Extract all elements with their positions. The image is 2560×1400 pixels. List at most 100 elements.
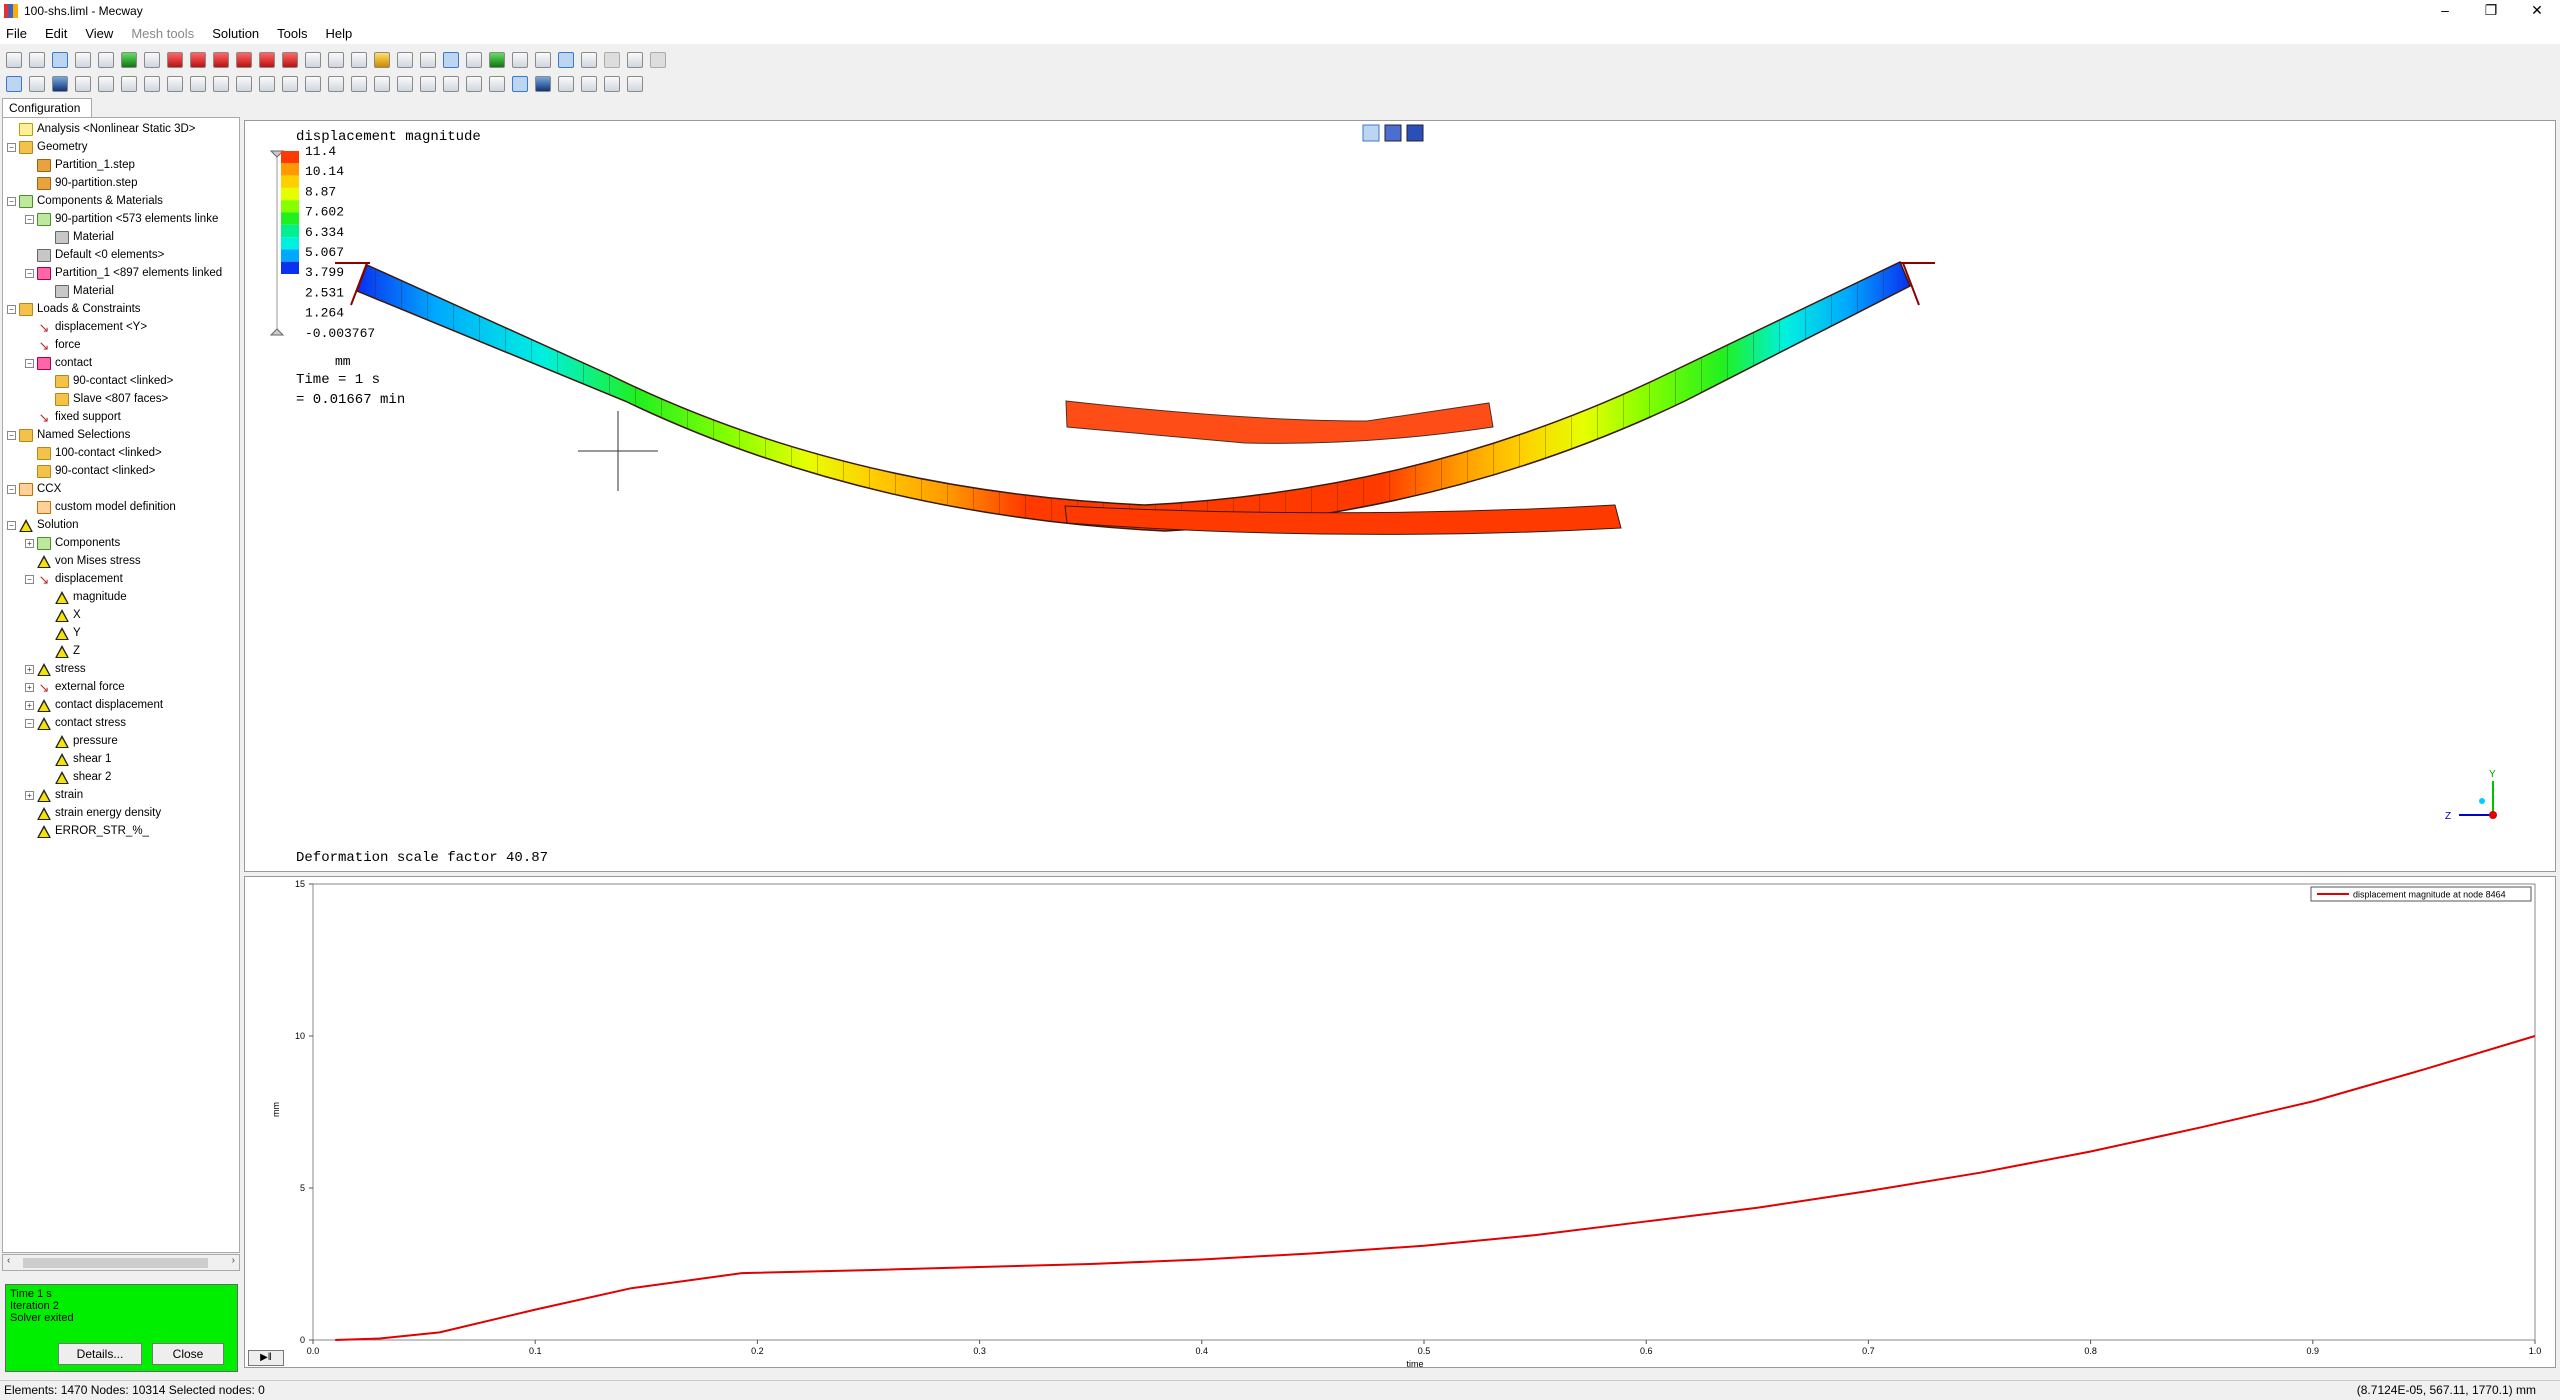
expand-toggle-icon[interactable]: − bbox=[7, 484, 16, 494]
tool-button-2-icon[interactable] bbox=[29, 76, 45, 92]
tree-item[interactable]: ↘ fixed support bbox=[25, 408, 121, 426]
tool-button-14-icon[interactable] bbox=[305, 76, 321, 92]
tree-item[interactable]: − 90-partition <573 elements linke bbox=[25, 210, 218, 228]
tree-item[interactable]: custom model definition bbox=[25, 498, 176, 516]
tool-button-4-icon[interactable] bbox=[75, 76, 91, 92]
toolbar-button-19-icon[interactable] bbox=[420, 52, 436, 68]
tree-horizontal-scrollbar[interactable]: ‹ › bbox=[2, 1254, 240, 1271]
menu-tools[interactable]: Tools bbox=[277, 26, 307, 41]
expand-toggle-icon[interactable]: − bbox=[7, 520, 16, 530]
tool-button-17-icon[interactable] bbox=[374, 76, 390, 92]
tool-button-12-icon[interactable] bbox=[259, 76, 275, 92]
toolbar-button-18-icon[interactable] bbox=[397, 52, 413, 68]
toolbar-button-29-icon[interactable] bbox=[650, 52, 666, 68]
tree-item[interactable]: von Mises stress bbox=[25, 552, 141, 570]
tool-button-26-icon[interactable] bbox=[581, 76, 597, 92]
tree-item[interactable]: ↘ force bbox=[25, 336, 81, 354]
tool-button-21-icon[interactable] bbox=[466, 76, 482, 92]
play-animation-button[interactable]: ▶‖ bbox=[248, 1350, 284, 1366]
expand-toggle-icon[interactable]: − bbox=[7, 142, 16, 152]
tree-item[interactable]: ERROR_STR_%_ bbox=[25, 822, 149, 840]
tree-item[interactable]: − contact stress bbox=[25, 714, 126, 732]
tree-item[interactable]: − Components & Materials bbox=[7, 192, 163, 210]
toolbar-button-17-icon[interactable] bbox=[374, 52, 390, 68]
toolbar-button-10-icon[interactable] bbox=[213, 52, 229, 68]
viewport-canvas[interactable]: displacement magnitude 11.4 10.14 8.87 7.60… bbox=[245, 121, 2557, 873]
menu-edit[interactable]: Edit bbox=[45, 26, 67, 41]
toolbar-button-21-icon[interactable] bbox=[466, 52, 482, 68]
model-viewport[interactable]: displacement magnitude 11.4 10.14 8.87 7.60… bbox=[244, 120, 2556, 872]
expand-toggle-icon[interactable]: + bbox=[25, 538, 34, 548]
toolbar-button-27-icon[interactable] bbox=[604, 52, 620, 68]
tab-configuration[interactable]: Configuration bbox=[2, 98, 92, 118]
tool-button-7-icon[interactable] bbox=[144, 76, 160, 92]
tree-item[interactable]: + contact displacement bbox=[25, 696, 163, 714]
tree-item[interactable]: Y bbox=[43, 624, 81, 642]
toolbar-button-7-icon[interactable] bbox=[144, 52, 160, 68]
expand-toggle-icon[interactable]: − bbox=[25, 214, 34, 224]
menu-solution[interactable]: Solution bbox=[212, 26, 259, 41]
toolbar-button-4-icon[interactable] bbox=[75, 52, 91, 68]
expand-toggle-icon[interactable]: + bbox=[25, 682, 34, 692]
history-chart[interactable]: 0 5 10 15 0.0 0.1 0.2 0.3 0.4 0.5 0.6 0.7 0.8 0.9 1.0… bbox=[244, 876, 2556, 1369]
tool-button-3-icon[interactable] bbox=[52, 76, 68, 92]
tool-button-23-icon[interactable] bbox=[512, 76, 528, 92]
details-button[interactable]: Details... bbox=[58, 1343, 142, 1365]
expand-toggle-icon[interactable]: − bbox=[7, 430, 16, 440]
toolbar-button-12-icon[interactable] bbox=[259, 52, 275, 68]
tool-button-11-icon[interactable] bbox=[236, 76, 252, 92]
view-button-iso[interactable] bbox=[1362, 124, 1380, 142]
expand-toggle-icon[interactable]: − bbox=[25, 574, 34, 584]
tree-item[interactable]: shear 2 bbox=[43, 768, 111, 786]
menu-help[interactable]: Help bbox=[326, 26, 353, 41]
tree-item[interactable]: magnitude bbox=[43, 588, 127, 606]
tree-item[interactable]: − contact bbox=[25, 354, 92, 372]
tree-item[interactable]: + strain bbox=[25, 786, 83, 804]
tree-item[interactable]: Material bbox=[43, 228, 114, 246]
tree-item[interactable]: + Components bbox=[25, 534, 120, 552]
tool-button-16-icon[interactable] bbox=[351, 76, 367, 92]
toolbar-button-5-icon[interactable] bbox=[98, 52, 114, 68]
expand-toggle-icon[interactable]: − bbox=[25, 718, 34, 728]
tree-item[interactable]: − Named Selections bbox=[7, 426, 130, 444]
expand-toggle-icon[interactable]: + bbox=[25, 664, 34, 674]
tool-button-9-icon[interactable] bbox=[190, 76, 206, 92]
tree-item[interactable]: strain energy density bbox=[25, 804, 161, 822]
toolbar-button-23-icon[interactable] bbox=[512, 52, 528, 68]
tree-item[interactable]: ↘ displacement <Y> bbox=[25, 318, 148, 336]
toolbar-button-15-icon[interactable] bbox=[328, 52, 344, 68]
tree-item[interactable]: 90-partition.step bbox=[25, 174, 137, 192]
tree-item[interactable]: + ↘ external force bbox=[25, 678, 125, 696]
tree-item[interactable]: pressure bbox=[43, 732, 118, 750]
toolbar-button-16-icon[interactable] bbox=[351, 52, 367, 68]
toolbar-button-2-icon[interactable] bbox=[29, 52, 45, 68]
toolbar-button-25-icon[interactable] bbox=[558, 52, 574, 68]
configuration-tree[interactable]: Analysis <Nonlinear Static 3D> − Geometry P… bbox=[2, 117, 240, 1253]
tool-button-22-icon[interactable] bbox=[489, 76, 505, 92]
expand-toggle-icon[interactable]: − bbox=[7, 196, 16, 206]
expand-toggle-icon[interactable]: + bbox=[25, 700, 34, 710]
tree-item[interactable]: Analysis <Nonlinear Static 3D> bbox=[7, 120, 196, 138]
expand-toggle-icon[interactable]: − bbox=[25, 268, 34, 278]
tree-item[interactable]: − Loads & Constraints bbox=[7, 300, 141, 318]
toolbar-button-28-icon[interactable] bbox=[627, 52, 643, 68]
tool-button-8-icon[interactable] bbox=[167, 76, 183, 92]
tool-button-18-icon[interactable] bbox=[397, 76, 413, 92]
toolbar-button-8-icon[interactable] bbox=[167, 52, 183, 68]
tool-button-1-icon[interactable] bbox=[6, 76, 22, 92]
minimize-icon[interactable]: – bbox=[2422, 0, 2468, 22]
tool-button-10-icon[interactable] bbox=[213, 76, 229, 92]
toolbar-button-1-icon[interactable] bbox=[6, 52, 22, 68]
tool-button-15-icon[interactable] bbox=[328, 76, 344, 92]
tree-item[interactable]: X bbox=[43, 606, 81, 624]
tree-item[interactable]: − Partition_1 <897 elements linked bbox=[25, 264, 222, 282]
toolbar-button-11-icon[interactable] bbox=[236, 52, 252, 68]
legend-slider-bottom[interactable] bbox=[269, 328, 285, 336]
tool-button-24-icon[interactable] bbox=[535, 76, 551, 92]
expand-toggle-icon[interactable]: + bbox=[25, 790, 34, 800]
tree-item[interactable]: Slave <807 faces> bbox=[43, 390, 168, 408]
tree-item[interactable]: Material bbox=[43, 282, 114, 300]
tree-item[interactable]: 100-contact <linked> bbox=[25, 444, 162, 462]
toolbar-button-26-icon[interactable] bbox=[581, 52, 597, 68]
toolbar-button-22-icon[interactable] bbox=[489, 52, 505, 68]
